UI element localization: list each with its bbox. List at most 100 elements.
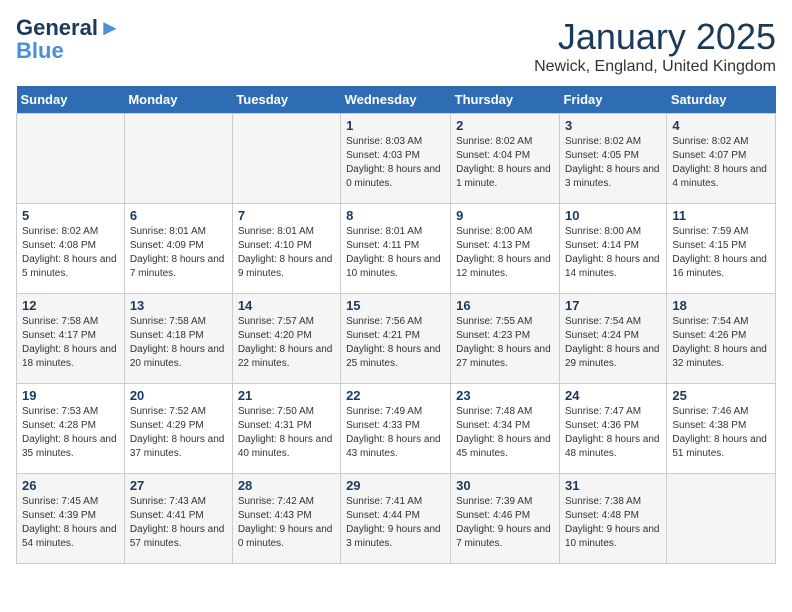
day-number: 3 bbox=[565, 118, 661, 133]
day-info: Sunrise: 7:54 AMSunset: 4:26 PMDaylight:… bbox=[672, 315, 770, 371]
day-info: Sunrise: 8:02 AMSunset: 4:07 PMDaylight:… bbox=[672, 135, 770, 191]
day-number: 25 bbox=[672, 388, 770, 403]
title-section: January 2025 Newick, England, United Kin… bbox=[534, 16, 776, 76]
weekday-header: Sunday bbox=[17, 86, 125, 114]
calendar-day-cell: 16 Sunrise: 7:55 AMSunset: 4:23 PMDayligh… bbox=[451, 294, 560, 384]
calendar-day-cell: 22Sunrise: 7:49 AMSunset: 4:33 PMDayligh… bbox=[341, 384, 451, 474]
day-info: Sunrise: 8:03 AMSunset: 4:03 PMDaylight:… bbox=[346, 135, 445, 191]
day-info: Sunrise: 7:55 AMSunset: 4:23 PMDaylight:… bbox=[456, 315, 554, 371]
calendar-day-cell: 30 Sunrise: 7:39 AMSunset: 4:46 PMDayligh… bbox=[451, 474, 560, 564]
day-info: Sunrise: 7:50 AMSunset: 4:31 PMDaylight:… bbox=[238, 405, 335, 461]
day-info: Sunrise: 7:56 AMSunset: 4:21 PMDaylight:… bbox=[346, 315, 445, 371]
weekday-header: Saturday bbox=[667, 86, 776, 114]
calendar-week-row: 12 Sunrise: 7:58 AMSunset: 4:17 PMDayligh… bbox=[17, 294, 776, 384]
weekday-row: SundayMondayTuesdayWednesdayThursdayFrid… bbox=[17, 86, 776, 114]
day-info: Sunrise: 7:52 AMSunset: 4:29 PMDaylight:… bbox=[130, 405, 227, 461]
day-number: 28 bbox=[238, 478, 335, 493]
day-number: 15 bbox=[346, 298, 445, 313]
day-number: 20 bbox=[130, 388, 227, 403]
day-info: Sunrise: 7:58 AMSunset: 4:18 PMDaylight:… bbox=[130, 315, 227, 371]
day-info: Sunrise: 8:02 AMSunset: 4:08 PMDaylight:… bbox=[22, 225, 119, 281]
day-info: Sunrise: 8:00 AMSunset: 4:14 PMDaylight:… bbox=[565, 225, 661, 281]
calendar-header: SundayMondayTuesdayWednesdayThursdayFrid… bbox=[17, 86, 776, 114]
day-number: 30 bbox=[456, 478, 554, 493]
day-number: 16 bbox=[456, 298, 554, 313]
calendar-day-cell: 27Sunrise: 7:43 AMSunset: 4:41 PMDayligh… bbox=[124, 474, 232, 564]
calendar-day-cell: 14Sunrise: 7:57 AMSunset: 4:20 PMDayligh… bbox=[232, 294, 340, 384]
calendar-week-row: 26Sunrise: 7:45 AMSunset: 4:39 PMDayligh… bbox=[17, 474, 776, 564]
calendar-week-row: 1 Sunrise: 8:03 AMSunset: 4:03 PMDaylight… bbox=[17, 114, 776, 204]
day-number: 7 bbox=[238, 208, 335, 223]
calendar-day-cell: 4 Sunrise: 8:02 AMSunset: 4:07 PMDaylight… bbox=[667, 114, 776, 204]
day-number: 9 bbox=[456, 208, 554, 223]
page-header: General► Blue January 2025 Newick, Engla… bbox=[16, 16, 776, 76]
day-number: 12 bbox=[22, 298, 119, 313]
calendar-week-row: 19Sunrise: 7:53 AMSunset: 4:28 PMDayligh… bbox=[17, 384, 776, 474]
calendar-day-cell: 3 Sunrise: 8:02 AMSunset: 4:05 PMDaylight… bbox=[559, 114, 666, 204]
day-info: Sunrise: 7:57 AMSunset: 4:20 PMDaylight:… bbox=[238, 315, 335, 371]
day-number: 29 bbox=[346, 478, 445, 493]
weekday-header: Monday bbox=[124, 86, 232, 114]
calendar-day-cell: 15 Sunrise: 7:56 AMSunset: 4:21 PMDayligh… bbox=[341, 294, 451, 384]
location: Newick, England, United Kingdom bbox=[534, 58, 776, 76]
weekday-header: Tuesday bbox=[232, 86, 340, 114]
day-number: 1 bbox=[346, 118, 445, 133]
day-info: Sunrise: 7:47 AMSunset: 4:36 PMDaylight:… bbox=[565, 405, 661, 461]
day-info: Sunrise: 7:59 AMSunset: 4:15 PMDaylight:… bbox=[672, 225, 770, 281]
calendar-day-cell: 5 Sunrise: 8:02 AMSunset: 4:08 PMDaylight… bbox=[17, 204, 125, 294]
weekday-header: Thursday bbox=[451, 86, 560, 114]
day-number: 23 bbox=[456, 388, 554, 403]
day-info: Sunrise: 7:38 AMSunset: 4:48 PMDaylight:… bbox=[565, 495, 661, 551]
day-info: Sunrise: 8:02 AMSunset: 4:05 PMDaylight:… bbox=[565, 135, 661, 191]
calendar-day-cell: 26Sunrise: 7:45 AMSunset: 4:39 PMDayligh… bbox=[17, 474, 125, 564]
day-number: 26 bbox=[22, 478, 119, 493]
day-number: 17 bbox=[565, 298, 661, 313]
calendar-day-cell: 8Sunrise: 8:01 AMSunset: 4:11 PMDaylight… bbox=[341, 204, 451, 294]
calendar-day-cell: 7 Sunrise: 8:01 AMSunset: 4:10 PMDaylight… bbox=[232, 204, 340, 294]
calendar-day-cell: 19Sunrise: 7:53 AMSunset: 4:28 PMDayligh… bbox=[17, 384, 125, 474]
logo: General► Blue bbox=[16, 16, 121, 62]
calendar-day-cell: 21 Sunrise: 7:50 AMSunset: 4:31 PMDayligh… bbox=[232, 384, 340, 474]
calendar-day-cell: 31 Sunrise: 7:38 AMSunset: 4:48 PMDayligh… bbox=[559, 474, 666, 564]
day-info: Sunrise: 7:49 AMSunset: 4:33 PMDaylight:… bbox=[346, 405, 445, 461]
calendar-day-cell: 25 Sunrise: 7:46 AMSunset: 4:38 PMDayligh… bbox=[667, 384, 776, 474]
day-number: 10 bbox=[565, 208, 661, 223]
day-info: Sunrise: 7:42 AMSunset: 4:43 PMDaylight:… bbox=[238, 495, 335, 551]
calendar-day-cell: 12 Sunrise: 7:58 AMSunset: 4:17 PMDayligh… bbox=[17, 294, 125, 384]
day-number: 5 bbox=[22, 208, 119, 223]
day-number: 31 bbox=[565, 478, 661, 493]
calendar-week-row: 5 Sunrise: 8:02 AMSunset: 4:08 PMDaylight… bbox=[17, 204, 776, 294]
day-info: Sunrise: 7:48 AMSunset: 4:34 PMDaylight:… bbox=[456, 405, 554, 461]
calendar-day-cell: 9Sunrise: 8:00 AMSunset: 4:13 PMDaylight… bbox=[451, 204, 560, 294]
day-info: Sunrise: 8:02 AMSunset: 4:04 PMDaylight:… bbox=[456, 135, 554, 191]
calendar-body: 1 Sunrise: 8:03 AMSunset: 4:03 PMDaylight… bbox=[17, 114, 776, 564]
day-number: 18 bbox=[672, 298, 770, 313]
day-number: 11 bbox=[672, 208, 770, 223]
calendar-day-cell: 13Sunrise: 7:58 AMSunset: 4:18 PMDayligh… bbox=[124, 294, 232, 384]
calendar-day-cell: 2 Sunrise: 8:02 AMSunset: 4:04 PMDaylight… bbox=[451, 114, 560, 204]
day-number: 8 bbox=[346, 208, 445, 223]
day-number: 27 bbox=[130, 478, 227, 493]
day-number: 2 bbox=[456, 118, 554, 133]
calendar-day-cell bbox=[232, 114, 340, 204]
calendar-day-cell: 18 Sunrise: 7:54 AMSunset: 4:26 PMDayligh… bbox=[667, 294, 776, 384]
day-info: Sunrise: 7:39 AMSunset: 4:46 PMDaylight:… bbox=[456, 495, 554, 551]
calendar-day-cell: 10 Sunrise: 8:00 AMSunset: 4:14 PMDayligh… bbox=[559, 204, 666, 294]
calendar-day-cell: 11 Sunrise: 7:59 AMSunset: 4:15 PMDayligh… bbox=[667, 204, 776, 294]
day-info: Sunrise: 7:58 AMSunset: 4:17 PMDaylight:… bbox=[22, 315, 119, 371]
day-info: Sunrise: 7:54 AMSunset: 4:24 PMDaylight:… bbox=[565, 315, 661, 371]
day-number: 21 bbox=[238, 388, 335, 403]
calendar-table: SundayMondayTuesdayWednesdayThursdayFrid… bbox=[16, 86, 776, 564]
day-info: Sunrise: 7:41 AMSunset: 4:44 PMDaylight:… bbox=[346, 495, 445, 551]
day-number: 4 bbox=[672, 118, 770, 133]
calendar-day-cell bbox=[667, 474, 776, 564]
day-info: Sunrise: 7:46 AMSunset: 4:38 PMDaylight:… bbox=[672, 405, 770, 461]
logo-line2: Blue bbox=[16, 40, 64, 62]
weekday-header: Friday bbox=[559, 86, 666, 114]
calendar-day-cell: 1 Sunrise: 8:03 AMSunset: 4:03 PMDaylight… bbox=[341, 114, 451, 204]
calendar-day-cell: 24Sunrise: 7:47 AMSunset: 4:36 PMDayligh… bbox=[559, 384, 666, 474]
calendar-day-cell: 29 Sunrise: 7:41 AMSunset: 4:44 PMDayligh… bbox=[341, 474, 451, 564]
calendar-day-cell bbox=[17, 114, 125, 204]
month-title: January 2025 bbox=[534, 16, 776, 58]
day-info: Sunrise: 8:01 AMSunset: 4:10 PMDaylight:… bbox=[238, 225, 335, 281]
